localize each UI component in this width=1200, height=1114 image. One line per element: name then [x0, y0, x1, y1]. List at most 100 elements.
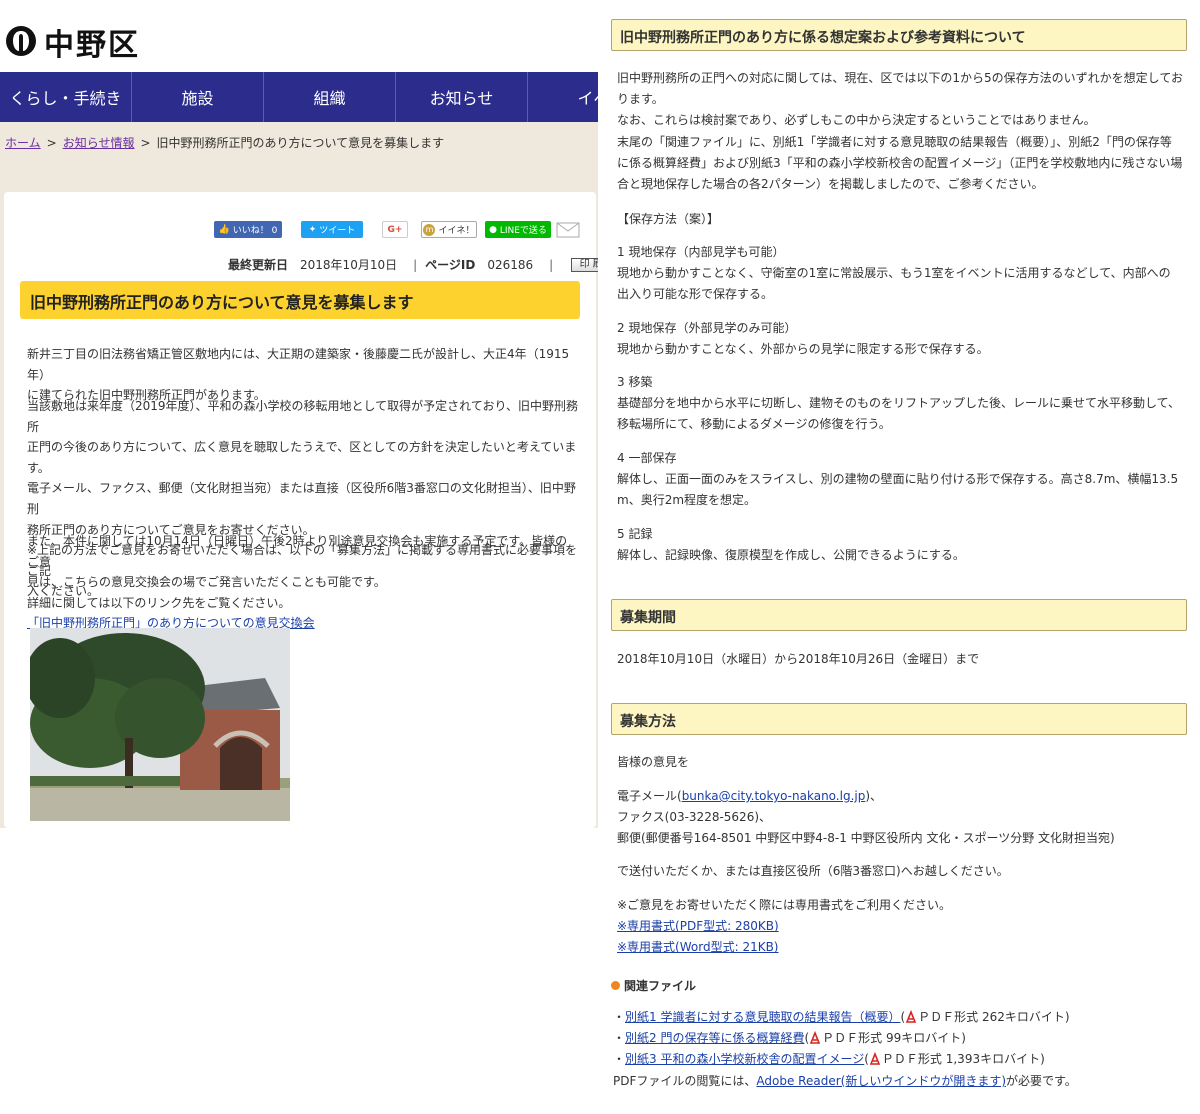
- text-line: 移転場所にて、移動によるダメージの修復を行う。: [617, 417, 891, 432]
- page-id-value: 026186: [487, 257, 534, 272]
- nav-item-kurashi[interactable]: くらし・手続き: [0, 72, 132, 122]
- section-heading-text: 募集期間: [620, 610, 676, 626]
- nav-item-oshirase[interactable]: お知らせ: [396, 72, 528, 122]
- text-line: 見は、こちらの意見交換会の場でご発言いただくことも可能です。: [27, 575, 386, 590]
- text-line: 解体し、正面一面のみをスライスし、別の建物の壁面に貼り付ける形で保存する。高さ8…: [617, 472, 1179, 487]
- fax-line: ファクス(03-3228-5626)、: [617, 810, 772, 825]
- pdf-icon: [869, 1052, 881, 1066]
- breadcrumb-news-link[interactable]: お知らせ情報: [63, 136, 135, 150]
- title-band: 旧中野刑務所正門のあり方について意見を募集します: [20, 281, 580, 319]
- right-page-screenshot: 旧中野刑務所正門のあり方に係る想定案および参考資料について 旧中野刑務所の正門へ…: [598, 0, 1200, 1114]
- text-line: 合と現地保存した場合の各2パターン）を掲載しましたので、ご参考ください。: [617, 177, 1044, 192]
- related-file-item: ・別紙3 平和の森小学校新校舎の配置イメージ(ＰＤＦ形式 1,393キロバイト): [613, 1049, 1185, 1070]
- tweet-label: ツイート: [319, 226, 356, 236]
- period-text: 2018年10月10日（水曜日）から2018年10月26日（金曜日）まで: [617, 652, 980, 666]
- method-title: 4 一部保存: [617, 451, 677, 465]
- iine-label: イイネ！: [438, 226, 475, 236]
- email-link[interactable]: bunka@city.tokyo-nakano.lg.jp: [682, 789, 866, 803]
- text-line: ります。: [617, 92, 664, 107]
- contact-methods: 電子メール(bunka@city.tokyo-nakano.lg.jp)、 ファ…: [617, 786, 1189, 850]
- form-section: ※ご意見をお寄せいただく際には専用書式をご利用ください。 ※専用書式(PDF型式…: [617, 895, 1189, 959]
- text-line: 出入り可能な形で保存する。: [617, 287, 774, 302]
- breadcrumb: ホーム > お知らせ情報 > 旧中野刑務所正門のあり方について意見を募集します: [5, 134, 444, 151]
- twitter-bird-icon: ✦: [308, 224, 317, 235]
- reader-suffix: が必要です。: [1006, 1073, 1077, 1088]
- post-line: 郵便(郵便番号164-8501 中野区中野4-8-1 中野区役所内 文化・スポー…: [617, 831, 1115, 846]
- mixi-iine-button[interactable]: m イイネ！: [421, 221, 477, 238]
- gate-photo: [30, 628, 290, 821]
- related-files-heading: 関連ファイル: [611, 976, 1183, 997]
- pdf-icon: [809, 1031, 821, 1045]
- file-info: ＰＤＦ形式 99キロバイト): [822, 1031, 966, 1046]
- file-info: ＰＤＦ形式 262キロバイト): [918, 1010, 1070, 1024]
- related-file-link-2[interactable]: 別紙2 門の保存等に係る概算経費: [625, 1031, 804, 1045]
- email-line: 電子メール(bunka@city.tokyo-nakano.lg.jp)、: [617, 786, 1189, 807]
- nakano-emblem-icon[interactable]: [6, 26, 36, 56]
- form-word-link[interactable]: ※専用書式(Word型式: 21KB): [617, 940, 779, 954]
- method-2: 2 現地保存（外部見学のみ可能） 現地から動かすことなく、外部からの見学に限定す…: [617, 318, 1189, 360]
- methods-label: 【保存方法（案）】: [617, 212, 720, 226]
- email-prefix: 電子メール(: [617, 789, 682, 803]
- nav-item-shisetsu[interactable]: 施設: [132, 72, 264, 122]
- nav-item-soshiki[interactable]: 組織: [264, 72, 396, 122]
- adobe-reader-link[interactable]: Adobe Reader(新しいウインドウが開きます): [756, 1074, 1006, 1088]
- article-paragraph-3: また、本件に関しては10月14日（日曜日）午後2時より別途意見交換会も実施する予…: [27, 531, 579, 634]
- global-nav: くらし・手続き 施設 組織 お知らせ イベ: [0, 72, 598, 122]
- updated-value: 2018年10月10日: [300, 258, 398, 272]
- related-file-link-3[interactable]: 別紙3 平和の森小学校新校舎の配置イメージ: [625, 1052, 864, 1066]
- opinion-intro: 皆様の意見を: [617, 755, 690, 769]
- related-files-label: 関連ファイル: [624, 979, 697, 993]
- breadcrumb-separator: >: [140, 136, 151, 150]
- text-line: m、奥行2m程度を想定。: [617, 493, 757, 508]
- method-4: 4 一部保存 解体し、正面一面のみをスライスし、別の建物の壁面に貼り付ける形で保…: [617, 448, 1189, 512]
- section-heading-method: 募集方法: [611, 703, 1187, 735]
- text-line: 当該敷地は来年度（2019年度）、平和の森小学校の移転用地として取得が予定されて…: [27, 399, 578, 434]
- method-3: 3 移築 基礎部分を地中から水平に切断し、建物そのものをリフトアップした後、レー…: [617, 372, 1189, 436]
- site-logo-text[interactable]: 中野区: [44, 20, 140, 64]
- file-info: ＰＤＦ形式 1,393キロバイト): [881, 1052, 1045, 1067]
- form-note: ※ご意見をお寄せいただく際には専用書式をご利用ください。: [617, 898, 952, 912]
- line-share-button[interactable]: ● LINEで送る: [485, 221, 551, 238]
- form-pdf-link[interactable]: ※専用書式(PDF型式: 280KB): [617, 919, 779, 933]
- section-heading-text: 募集方法: [620, 714, 676, 730]
- tweet-button[interactable]: ✦ ツイート: [301, 221, 363, 238]
- list-bullet: ・: [613, 1010, 626, 1024]
- nav-item-event[interactable]: イベ: [528, 72, 598, 122]
- text-line: 解体し、記録映像、復原模型を作成し、公開できるようにする。: [617, 548, 965, 563]
- related-file-link-1[interactable]: 別紙1 学識者に対する意見聴取の結果報告（概要）: [625, 1010, 900, 1024]
- email-suffix: )、: [865, 789, 883, 803]
- section-heading-text: 旧中野刑務所正門のあり方に係る想定案および参考資料について: [620, 30, 1026, 46]
- page-title: 旧中野刑務所正門のあり方について意見を募集します: [30, 293, 414, 312]
- proposals-intro: 旧中野刑務所の正門への対応に関しては、現在、区では以下の1から5の保存方法のいず…: [617, 68, 1189, 195]
- mail-icon[interactable]: [556, 221, 580, 238]
- method-title: 2 現地保存（外部見学のみ可能）: [617, 321, 797, 335]
- related-file-item: ・別紙1 学識者に対する意見聴取の結果報告（概要）(ＰＤＦ形式 262キロバイト…: [613, 1007, 1185, 1028]
- method-5: 5 記録 解体し、記録映像、復原模型を作成し、公開できるようにする。: [617, 524, 1189, 566]
- mixi-icon: m: [423, 223, 436, 236]
- method-title: 5 記録: [617, 527, 653, 541]
- page-meta: 最終更新日 2018年10月10日 | ページID 026186 | 印 刷: [228, 256, 598, 273]
- pdf-icon: [905, 1010, 917, 1023]
- text-line: 電子メール、ファクス、郵便（文化財担当宛）または直接（区役所6階3番窓口の文化財…: [27, 481, 576, 516]
- updated-label: 最終更新日: [228, 258, 289, 272]
- text-line: 新井三丁目の旧法務省矯正管区敷地内には、大正期の建築家・後藤慶二氏が設計し、大正…: [27, 347, 570, 382]
- related-files-list: ・別紙1 学識者に対する意見聴取の結果報告（概要）(ＰＤＦ形式 262キロバイト…: [613, 1007, 1185, 1092]
- text-line: 正門の今後のあり方について、広く意見を聴取したうえで、区としての方針を決定したい…: [27, 440, 577, 475]
- text-line: 詳細に関しては以下のリンク先をご覧ください。: [27, 595, 291, 610]
- breadcrumb-home-link[interactable]: ホーム: [5, 136, 41, 150]
- section-heading-period: 募集期間: [611, 599, 1187, 631]
- meta-separator: |: [413, 257, 418, 272]
- adobe-reader-note: PDFファイルの閲覧には、Adobe Reader(新しいウインドウが開きます)…: [613, 1071, 1185, 1092]
- like-label: いいね！ 0: [232, 226, 278, 236]
- google-plus-button[interactable]: G+: [382, 221, 408, 238]
- breadcrumb-separator: >: [46, 136, 57, 150]
- print-button[interactable]: 印 刷: [571, 257, 598, 272]
- reader-prefix: PDFファイルの閲覧には、: [613, 1073, 757, 1088]
- send-instructions: で送付いただくか、または直接区役所（6階3番窓口)へお越しください。: [617, 864, 1009, 878]
- text-line: 基礎部分を地中から水平に切断し、建物そのものをリフトアップした後、レールに乗せて…: [617, 396, 1181, 411]
- facebook-like-button[interactable]: 👍 いいね！ 0: [214, 221, 282, 238]
- left-page-screenshot: 中野区 くらし・手続き 施設 組織 お知らせ イベ ホーム > お知らせ情報 > 旧中野…: [0, 0, 598, 1114]
- breadcrumb-current: 旧中野刑務所正門のあり方について意見を募集します: [156, 136, 445, 150]
- thumbs-up-icon: 👍: [218, 224, 230, 235]
- method-title: 1 現地保存（内部見学も可能）: [617, 245, 785, 259]
